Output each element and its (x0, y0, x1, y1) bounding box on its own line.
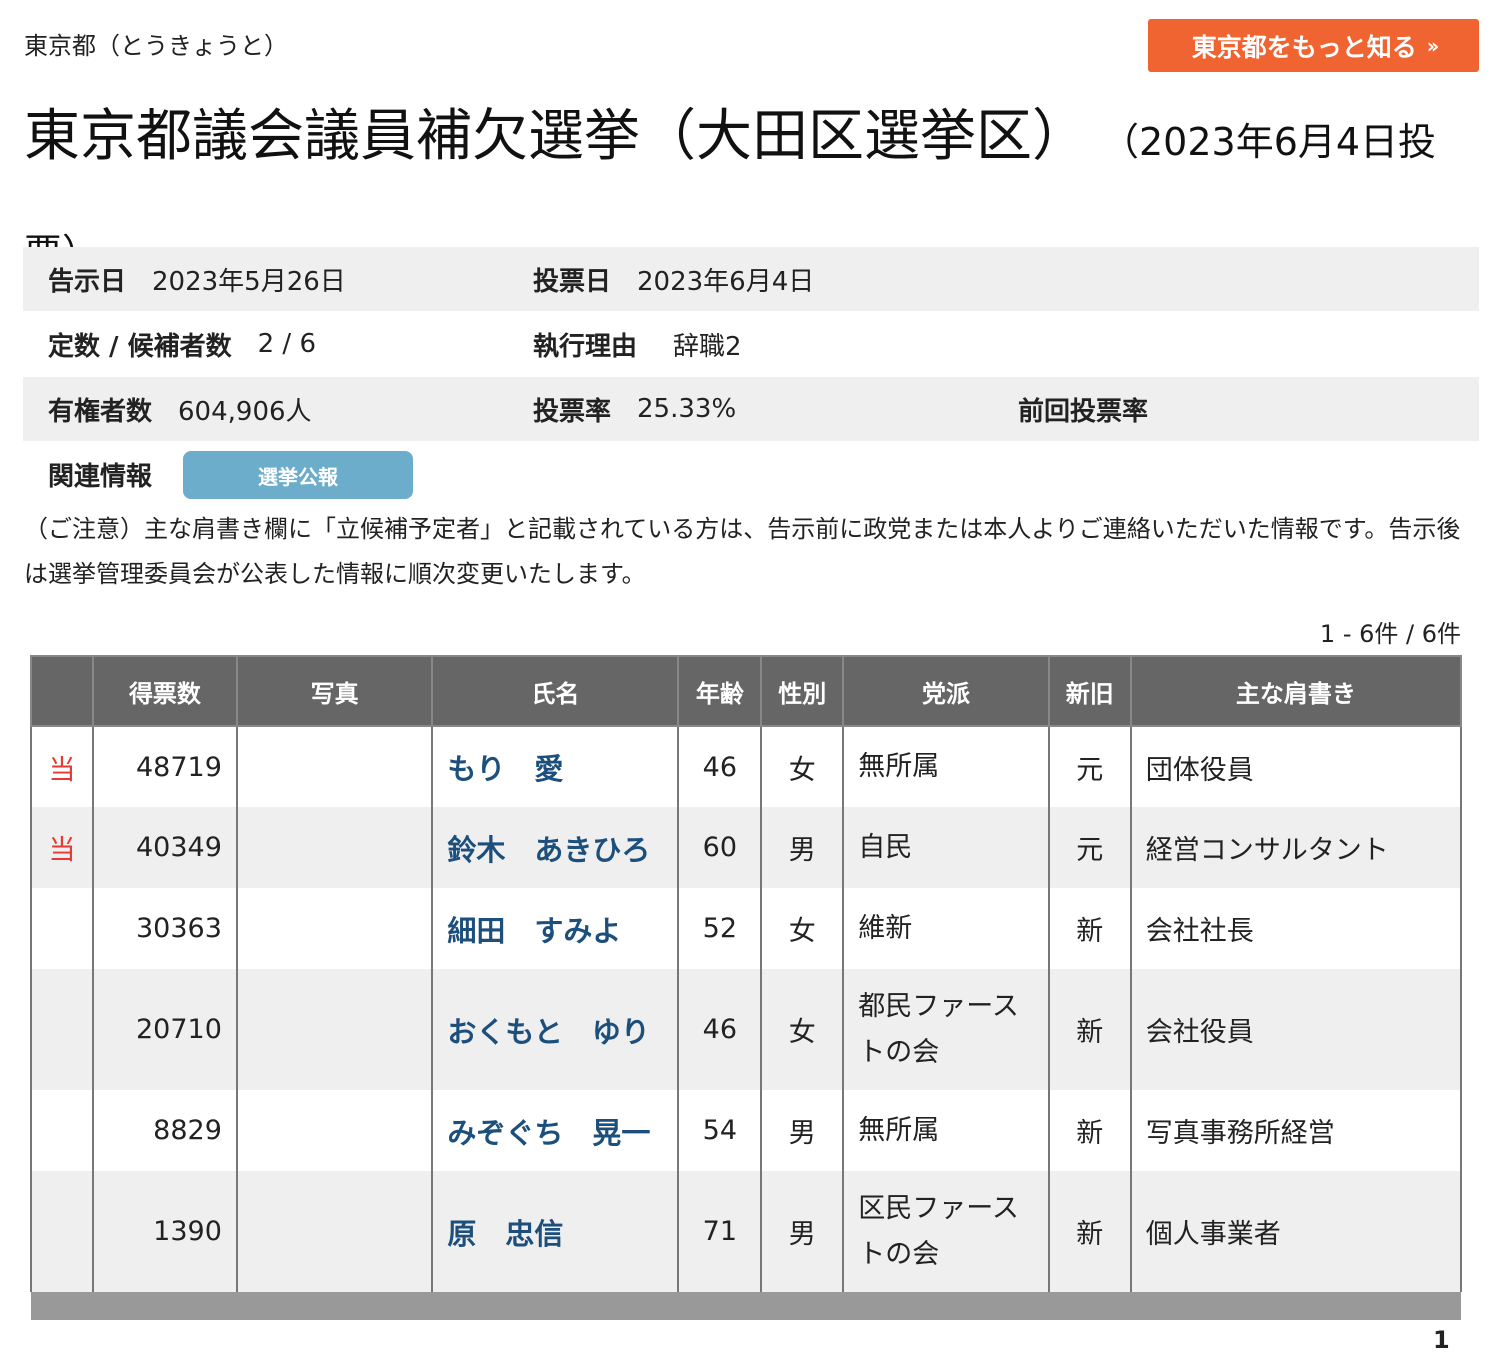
winner-mark: 当 (30, 807, 94, 888)
info-row-seats: 定数 / 候補者数 2 / 6 執行理由 辞職2 (23, 312, 1479, 376)
vote-count: 8829 (91, 1090, 238, 1171)
candidate-party: 区民ファーストの会 (842, 1171, 1050, 1292)
turnout-label: 投票率 (533, 396, 612, 427)
seats-value: 2 / 6 (257, 329, 316, 359)
table-row: 8829 みぞぐち 晃一 54 男 無所属 新 写真事務所経営 (30, 1090, 1463, 1171)
candidate-name[interactable]: 原 忠信 (431, 1171, 680, 1292)
candidate-sex: 女 (760, 888, 845, 969)
candidate-age: 60 (677, 807, 763, 888)
candidate-status: 新 (1047, 969, 1132, 1090)
table-row: 当 40349 鈴木 あきひろ 60 男 自民 元 経営コンサルタント (30, 807, 1463, 888)
col-header-sex: 性別 (760, 655, 845, 727)
related-info-label: 関連情報 (48, 461, 153, 492)
col-header-name: 氏名 (431, 655, 680, 727)
winner-mark (30, 1090, 94, 1171)
chevron-right-icon: ›› (1426, 33, 1440, 58)
candidate-party: 無所属 (842, 1090, 1050, 1171)
candidate-title: 会社社長 (1129, 888, 1463, 969)
candidate-sex: 男 (760, 1171, 845, 1292)
candidate-photo (235, 1090, 434, 1171)
col-header-status: 新旧 (1047, 655, 1132, 727)
candidate-name[interactable]: おくもと ゆり (431, 969, 680, 1090)
vote-count: 48719 (91, 726, 238, 807)
candidate-status: 新 (1047, 888, 1132, 969)
candidate-party: 自民 (842, 807, 1050, 888)
candidate-name[interactable]: 細田 すみよ (431, 888, 680, 969)
candidate-status: 新 (1047, 1171, 1132, 1292)
announce-date-value: 2023年5月26日 (152, 266, 346, 297)
turnout-value: 25.33% (637, 394, 737, 424)
col-header-win (30, 655, 94, 727)
vote-day-label: 投票日 (533, 266, 612, 297)
candidate-age: 54 (677, 1090, 763, 1171)
electorate-value: 604,906人 (178, 396, 312, 427)
candidate-title: 経営コンサルタント (1129, 807, 1463, 888)
table-row: 1390 原 忠信 71 男 区民ファーストの会 新 個人事業者 (30, 1171, 1463, 1292)
table-footer-bar (31, 1292, 1461, 1320)
candidate-photo (235, 888, 434, 969)
table-header-row: 得票数 写真 氏名 年齢 性別 党派 新旧 主な肩書き (30, 655, 1463, 727)
candidate-sex: 女 (760, 969, 845, 1090)
vote-count: 1390 (91, 1171, 238, 1292)
reason-label: 執行理由 (533, 331, 638, 362)
col-header-age: 年齢 (677, 655, 763, 727)
table-row: 当 48719 もり 愛 46 女 無所属 元 団体役員 (30, 726, 1463, 807)
candidate-title: 写真事務所経営 (1129, 1090, 1463, 1171)
candidate-age: 52 (677, 888, 763, 969)
seats-label: 定数 / 候補者数 (48, 331, 232, 362)
candidate-status: 新 (1047, 1090, 1132, 1171)
prefecture-label: 東京都（とうきょうと） (24, 32, 288, 60)
candidate-age: 46 (677, 726, 763, 807)
candidate-title: 団体役員 (1129, 726, 1463, 807)
election-title: 東京都議会議員補欠選挙（大田区選挙区） (24, 104, 1088, 169)
candidate-photo (235, 807, 434, 888)
vote-day-value: 2023年6月4日 (637, 266, 815, 297)
winner-mark (30, 969, 94, 1090)
previous-turnout-label: 前回投票率 (1018, 396, 1149, 427)
col-header-photo: 写真 (235, 655, 434, 727)
candidate-photo (235, 969, 434, 1090)
info-row-dates: 告示日 2023年5月26日 投票日 2023年6月4日 (23, 247, 1479, 311)
learn-more-label: 東京都をもっと知る (1191, 32, 1417, 62)
winner-mark (30, 888, 94, 969)
candidate-status: 元 (1047, 726, 1132, 807)
winner-mark (30, 1171, 94, 1292)
table-row: 30363 細田 すみよ 52 女 維新 新 会社社長 (30, 888, 1463, 969)
candidate-party: 無所属 (842, 726, 1050, 807)
candidate-name[interactable]: 鈴木 あきひろ (431, 807, 680, 888)
notice-text: （ご注意）主な肩書き欄に「立候補予定者」と記載されている方は、告示前に政党または… (24, 515, 1461, 588)
candidate-name[interactable]: もり 愛 (431, 726, 680, 807)
election-bulletin-button[interactable]: 選挙公報 (183, 451, 413, 499)
vote-count: 20710 (91, 969, 238, 1090)
candidate-name[interactable]: みぞぐち 晃一 (431, 1090, 680, 1171)
info-row-turnout: 有権者数 604,906人 投票率 25.33% 前回投票率 (23, 377, 1479, 441)
col-header-party: 党派 (842, 655, 1050, 727)
reason-value: 辞職2 (673, 331, 742, 362)
candidate-status: 元 (1047, 807, 1132, 888)
candidate-age: 71 (677, 1171, 763, 1292)
result-count: 1 - 6件 / 6件 (1319, 620, 1461, 648)
announce-date-label: 告示日 (48, 266, 127, 297)
candidate-party: 維新 (842, 888, 1050, 969)
electorate-label: 有権者数 (48, 396, 153, 427)
candidate-sex: 男 (760, 807, 845, 888)
candidate-party: 都民ファーストの会 (842, 969, 1050, 1090)
candidate-age: 46 (677, 969, 763, 1090)
candidate-title: 個人事業者 (1129, 1171, 1463, 1292)
candidate-title: 会社役員 (1129, 969, 1463, 1090)
vote-count: 40349 (91, 807, 238, 888)
results-table: 得票数 写真 氏名 年齢 性別 党派 新旧 主な肩書き 当 48719 もり 愛… (30, 655, 1463, 1320)
candidate-sex: 男 (760, 1090, 845, 1171)
winner-mark: 当 (30, 726, 94, 807)
candidate-photo (235, 726, 434, 807)
page-number[interactable]: 1 (1433, 1326, 1450, 1354)
vote-count: 30363 (91, 888, 238, 969)
candidate-photo (235, 1171, 434, 1292)
col-header-title: 主な肩書き (1129, 655, 1463, 727)
candidate-sex: 女 (760, 726, 845, 807)
col-header-votes: 得票数 (91, 655, 238, 727)
learn-more-button[interactable]: 東京都をもっと知る ›› (1148, 19, 1479, 72)
table-row: 20710 おくもと ゆり 46 女 都民ファーストの会 新 会社役員 (30, 969, 1463, 1090)
